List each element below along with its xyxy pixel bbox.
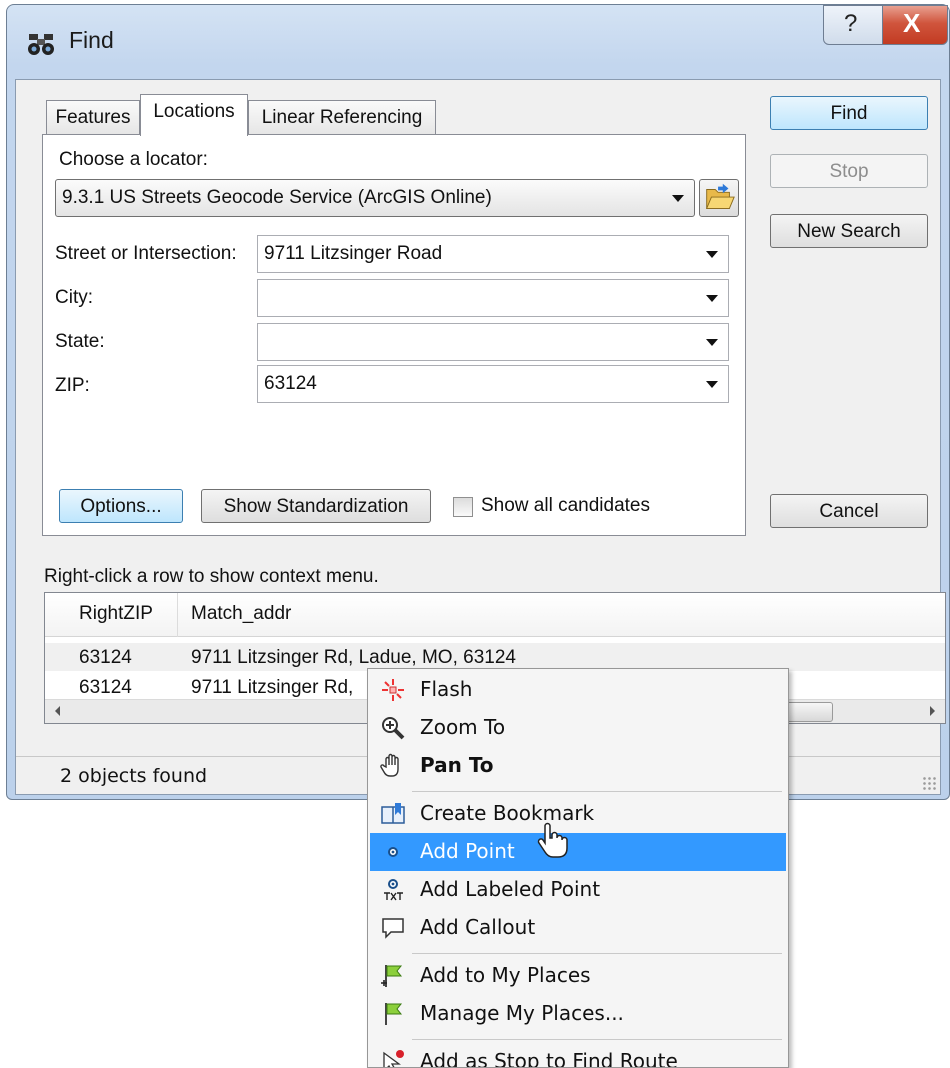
menu-item-add-point[interactable]: Add Point — [370, 833, 786, 871]
locations-panel: Choose a locator: 9.3.1 US Streets Geoco… — [42, 134, 746, 536]
tab-features[interactable]: Features — [46, 100, 140, 134]
button-label: New Search — [797, 221, 901, 242]
menu-item-label: Add as Stop to Find Route — [420, 1049, 678, 1068]
tab-linear-referencing[interactable]: Linear Referencing — [248, 100, 436, 134]
close-button[interactable]: X — [882, 5, 948, 45]
zip-label: ZIP: — [55, 375, 90, 396]
show-standardization-button[interactable]: Show Standardization — [201, 489, 431, 523]
results-hint: Right-click a row to show context menu. — [44, 566, 379, 587]
locator-select[interactable]: 9.3.1 US Streets Geocode Service (ArcGIS… — [55, 179, 695, 217]
locator-label: Choose a locator: — [59, 149, 208, 170]
tab-label: Locations — [153, 101, 235, 122]
show-all-candidates-checkbox[interactable] — [453, 497, 473, 517]
resize-grip[interactable] — [922, 776, 936, 790]
button-label: Options... — [80, 496, 162, 517]
menu-item-label: Pan To — [420, 753, 494, 777]
status-text: 2 objects found — [60, 765, 208, 787]
new-search-button[interactable]: New Search — [770, 214, 928, 248]
row-address: 9711 Litzsinger Rd, — [191, 677, 354, 698]
chevron-down-icon — [706, 339, 718, 346]
window-title: Find — [69, 27, 114, 53]
menu-item-zoom-to[interactable]: Zoom To — [370, 709, 786, 747]
cancel-button[interactable]: Cancel — [770, 494, 928, 528]
menu-separator — [412, 953, 782, 954]
street-label: Street or Intersection: — [55, 243, 237, 264]
column-header-match-addr[interactable]: Match_addr — [191, 603, 291, 625]
street-combo[interactable]: 9711 Litzsinger Road — [257, 235, 729, 273]
city-combo[interactable] — [257, 279, 729, 317]
city-label: City: — [55, 287, 93, 308]
row-address: 9711 Litzsinger Rd, Ladue, MO, 63124 — [191, 647, 516, 668]
help-button[interactable]: ? — [823, 5, 883, 45]
chevron-down-icon — [706, 251, 718, 258]
find-button[interactable]: Find — [770, 96, 928, 130]
title-bar[interactable]: Find ? X — [7, 5, 949, 79]
scroll-left-icon[interactable] — [55, 706, 60, 716]
callout-icon — [382, 918, 404, 939]
state-label: State: — [55, 331, 105, 352]
point-icon — [388, 847, 398, 857]
open-folder-icon — [705, 183, 735, 209]
column-divider[interactable] — [177, 593, 178, 637]
context-menu: Flash Zoom To Pan To Create Bookmark Add… — [367, 668, 789, 1068]
tab-label: Features — [55, 107, 131, 128]
locator-value: 9.3.1 US Streets Geocode Service (ArcGIS… — [62, 187, 492, 208]
flash-icon — [382, 679, 404, 701]
help-icon: ? — [844, 10, 858, 37]
tab-locations[interactable]: Locations — [140, 94, 248, 136]
pan-hand-icon — [380, 753, 399, 777]
bookmark-icon — [381, 803, 405, 824]
menu-item-label: Add Labeled Point — [420, 877, 601, 901]
labeled-point-icon — [383, 879, 403, 901]
zip-combo[interactable]: 63124 — [257, 365, 729, 403]
scroll-right-icon[interactable] — [930, 706, 935, 716]
row-zip: 63124 — [79, 677, 132, 698]
menu-item-manage-my-places[interactable]: Manage My Places... — [370, 995, 786, 1033]
table-row[interactable]: 63124 9711 Litzsinger Rd, Ladue, MO, 631… — [45, 643, 945, 671]
zip-value: 63124 — [264, 373, 317, 394]
menu-item-add-labeled-point[interactable]: Add Labeled Point — [370, 871, 786, 909]
menu-item-add-as-stop[interactable]: Add as Stop to Find Route — [370, 1043, 786, 1068]
menu-item-pan-to[interactable]: Pan To — [370, 747, 786, 785]
hand-cursor-icon — [537, 822, 568, 858]
binoculars-icon — [28, 34, 54, 55]
menu-item-label: Flash — [420, 677, 473, 701]
show-all-candidates-label[interactable]: Show all candidates — [481, 495, 650, 517]
chevron-down-icon — [672, 195, 684, 202]
flag-icon — [385, 1003, 403, 1025]
column-header-rightzip[interactable]: RightZIP — [79, 603, 153, 625]
menu-item-add-callout[interactable]: Add Callout — [370, 909, 786, 947]
menu-item-label: Add Point — [420, 839, 515, 863]
button-label: Cancel — [819, 501, 879, 522]
menu-item-label: Zoom To — [420, 715, 506, 739]
menu-item-flash[interactable]: Flash — [370, 671, 786, 709]
menu-item-label: Add Callout — [420, 915, 536, 939]
stop-button[interactable]: Stop — [770, 154, 928, 188]
zoom-in-icon — [382, 717, 405, 740]
options-button[interactable]: Options... — [59, 489, 183, 523]
row-zip: 63124 — [79, 647, 132, 668]
street-value: 9711 Litzsinger Road — [264, 243, 443, 264]
button-label: Show Standardization — [223, 496, 409, 517]
menu-item-add-to-my-places[interactable]: Add to My Places — [370, 957, 786, 995]
button-label: Stop — [829, 161, 869, 182]
menu-separator — [412, 1039, 782, 1040]
add-flag-icon — [381, 965, 403, 987]
browse-locator-button[interactable] — [699, 179, 739, 217]
list-header: RightZIP Match_addr — [45, 593, 945, 637]
menu-item-label: Manage My Places... — [420, 1001, 624, 1025]
menu-item-create-bookmark[interactable]: Create Bookmark — [370, 795, 786, 833]
close-icon: X — [903, 8, 921, 38]
chevron-down-icon — [706, 381, 718, 388]
chevron-down-icon — [706, 295, 718, 302]
menu-separator — [412, 791, 782, 792]
menu-item-label: Add to My Places — [420, 963, 591, 987]
state-combo[interactable] — [257, 323, 729, 361]
button-label: Find — [830, 103, 868, 124]
tab-label: Linear Referencing — [261, 107, 423, 128]
route-stop-icon — [383, 1050, 404, 1067]
